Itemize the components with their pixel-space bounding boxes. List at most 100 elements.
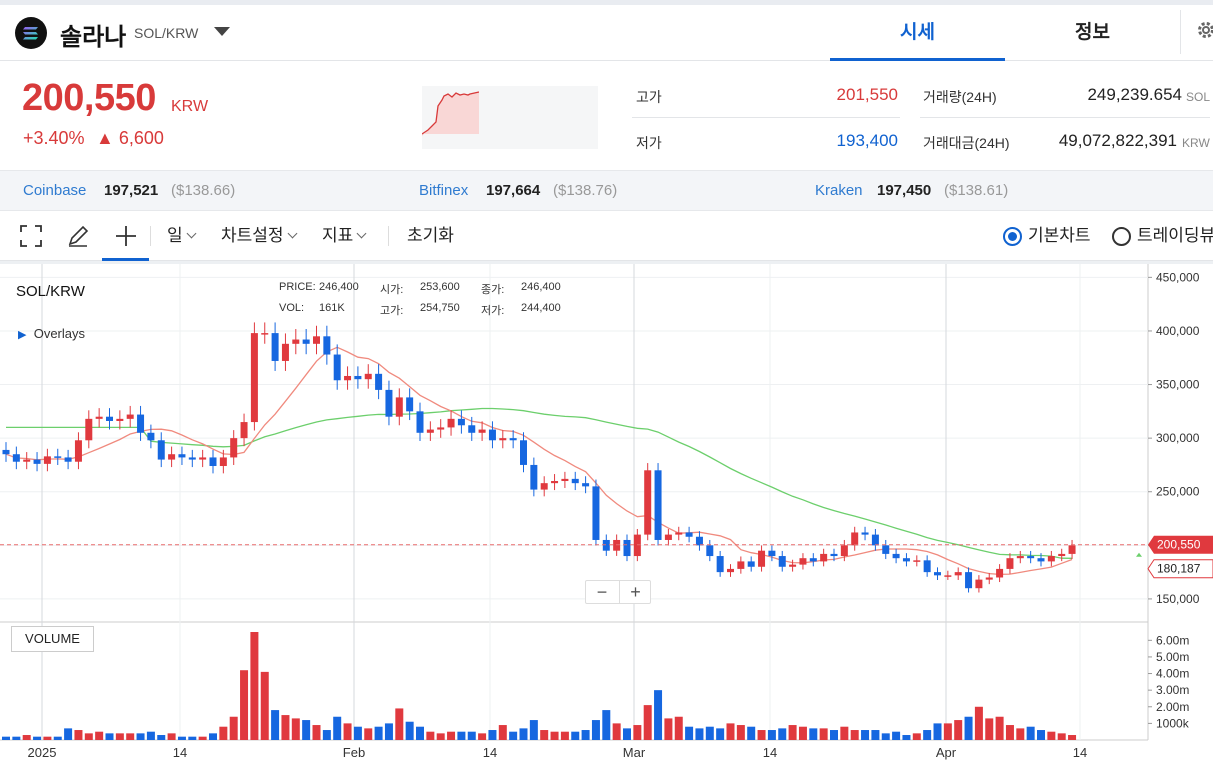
candle[interactable] [281, 343, 289, 361]
candle[interactable] [830, 553, 838, 557]
volume-bar[interactable] [519, 728, 528, 740]
candle[interactable] [354, 375, 362, 380]
volume-bar[interactable] [353, 726, 362, 740]
candle[interactable] [416, 411, 424, 433]
candle[interactable] [644, 470, 652, 535]
candle[interactable] [675, 532, 683, 535]
volume-bar[interactable] [705, 726, 714, 740]
candle[interactable] [209, 457, 217, 467]
volume-bar[interactable] [943, 723, 952, 740]
candle[interactable] [789, 564, 797, 567]
volume-bar[interactable] [53, 736, 62, 740]
pencil-icon[interactable] [66, 224, 90, 248]
volume-bar[interactable] [374, 726, 383, 740]
volume-bar[interactable] [115, 733, 124, 740]
candle[interactable] [147, 432, 155, 441]
volume-bar[interactable] [560, 731, 569, 740]
volume-bar[interactable] [861, 730, 870, 740]
volume-bar[interactable] [33, 736, 42, 740]
candle[interactable] [747, 561, 755, 567]
exchange-name[interactable]: Bitfinex [419, 182, 468, 199]
volume-bar[interactable] [198, 736, 207, 740]
volume-bar[interactable] [74, 730, 83, 740]
candle[interactable] [74, 440, 82, 462]
volume-bar[interactable] [2, 736, 10, 740]
volume-bar[interactable] [488, 730, 497, 740]
candle[interactable] [271, 333, 279, 361]
candle[interactable] [447, 418, 455, 428]
candle[interactable] [840, 545, 848, 557]
volume-bar[interactable] [985, 718, 994, 740]
volume-bar[interactable] [1016, 728, 1025, 740]
volume-bar[interactable] [995, 716, 1004, 740]
candle[interactable] [602, 539, 610, 551]
volume-bar[interactable] [726, 723, 735, 740]
candle[interactable] [571, 478, 579, 484]
candle[interactable] [1006, 558, 1014, 569]
basic-chart-radio[interactable] [1003, 227, 1022, 246]
volume-bar[interactable] [902, 735, 911, 740]
candle[interactable] [851, 532, 859, 546]
volume-bar[interactable] [581, 730, 590, 740]
candle[interactable] [540, 483, 548, 490]
volume-bar[interactable] [623, 728, 631, 740]
candle[interactable] [613, 539, 621, 551]
tab-quote[interactable]: 시세 [830, 5, 1005, 61]
volume-bar[interactable] [209, 733, 217, 740]
chart-settings-dropdown[interactable]: 차트설정 [221, 221, 298, 251]
volume-bar[interactable] [509, 731, 518, 740]
candle[interactable] [954, 572, 962, 576]
volume-bar[interactable] [146, 731, 155, 740]
volume-bar[interactable] [405, 721, 414, 740]
volume-bar[interactable] [240, 670, 249, 740]
volume-bar[interactable] [302, 720, 311, 740]
candle[interactable] [758, 550, 766, 567]
candle[interactable] [188, 457, 196, 460]
basic-chart-label[interactable]: 기본차트 [1028, 221, 1091, 251]
volume-bar[interactable] [84, 733, 93, 740]
candle[interactable] [520, 440, 527, 465]
price-chart[interactable]: 450,000400,000350,000300,000250,000200,0… [0, 264, 1213, 760]
candle[interactable] [944, 575, 952, 577]
volume-bar[interactable] [436, 733, 445, 740]
volume-bar[interactable] [633, 725, 642, 740]
volume-bar[interactable] [819, 728, 828, 740]
volume-bar[interactable] [177, 736, 186, 740]
volume-bar[interactable] [892, 731, 901, 740]
candle[interactable] [737, 561, 745, 569]
volume-bar[interactable] [64, 728, 73, 740]
candle[interactable] [509, 438, 517, 441]
candle[interactable] [923, 560, 931, 573]
volume-bar[interactable] [654, 690, 663, 740]
volume-bar[interactable] [188, 736, 197, 740]
candle[interactable] [871, 534, 879, 546]
volume-bar[interactable] [364, 728, 373, 740]
candle[interactable] [592, 486, 600, 540]
candle[interactable] [302, 339, 310, 344]
volume-bar[interactable] [778, 728, 787, 740]
candle[interactable] [54, 456, 62, 458]
volume-bar[interactable] [467, 731, 476, 740]
interval-dropdown[interactable]: 일 [167, 221, 197, 251]
candle[interactable] [85, 418, 93, 441]
exchange-name[interactable]: Coinbase [23, 182, 86, 199]
volume-bar[interactable] [798, 726, 807, 740]
volume-bar[interactable] [105, 733, 114, 740]
candle[interactable] [219, 457, 227, 467]
candle[interactable] [116, 418, 124, 421]
volume-bar[interactable] [881, 733, 890, 740]
volume-bar[interactable] [384, 723, 393, 740]
volume-bar[interactable] [457, 731, 466, 740]
volume-bar[interactable] [343, 723, 352, 740]
candle[interactable] [685, 532, 693, 537]
candle[interactable] [313, 336, 320, 344]
candle[interactable] [985, 577, 993, 580]
volume-bar[interactable] [643, 705, 652, 740]
candle[interactable] [178, 454, 186, 458]
candle[interactable] [499, 438, 507, 441]
crosshair-tool[interactable] [102, 218, 149, 261]
candle[interactable] [333, 354, 341, 381]
candle[interactable] [778, 556, 786, 567]
candle[interactable] [1027, 556, 1035, 559]
indicators-dropdown[interactable]: 지표 [322, 221, 367, 251]
